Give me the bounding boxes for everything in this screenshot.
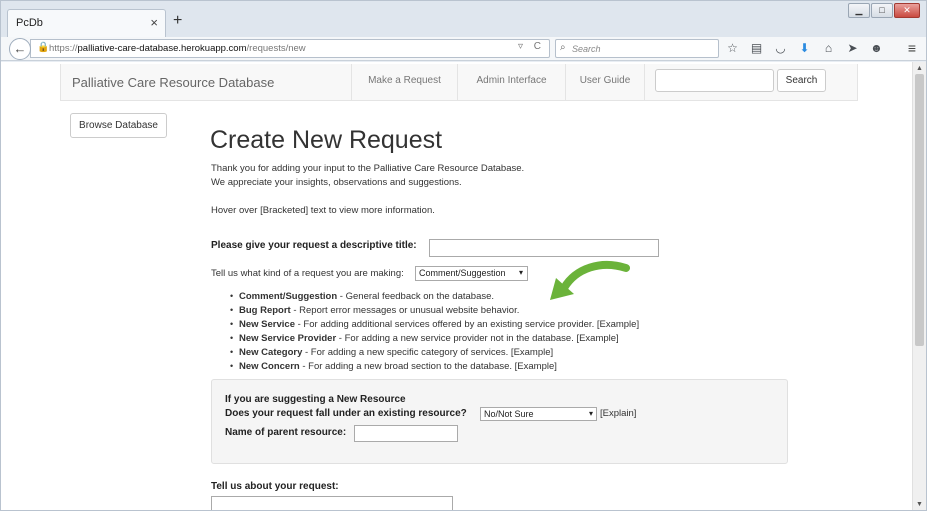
download-icon[interactable]: ⬇: [797, 40, 812, 56]
scroll-down-icon[interactable]: ▼: [916, 501, 923, 508]
site-search-input[interactable]: [655, 69, 774, 92]
hover-hint: Hover over [Bracketed] text to view more…: [211, 205, 435, 216]
maximize-button[interactable]: □: [871, 3, 893, 18]
search-icon: ⌕: [560, 42, 566, 53]
toolbar-icons: ☆ ▤ ◡ ⬇ ⌂ ➤ ☻: [725, 40, 884, 56]
about-request-textarea[interactable]: [211, 496, 453, 510]
site-search-button[interactable]: Search: [777, 69, 826, 92]
pocket-icon[interactable]: ◡: [773, 40, 788, 56]
request-kind-select[interactable]: Comment/Suggestion ▾: [415, 266, 528, 281]
nav-user-guide[interactable]: User Guide: [565, 64, 645, 100]
page-title: Create New Request: [210, 126, 443, 154]
chat-icon[interactable]: ☻: [869, 40, 884, 56]
minimize-button[interactable]: ▁: [848, 3, 870, 18]
url-bar[interactable]: 🔒 https://palliative-care-database.herok…: [30, 39, 550, 58]
list-item: • New Category - For adding a new specifi…: [230, 347, 554, 358]
list-item: • Bug Report - Report error messages or u…: [230, 305, 520, 316]
browse-database-button[interactable]: Browse Database: [70, 113, 167, 138]
window-controls: ▁ □ ✕: [848, 3, 920, 18]
page-viewport: Palliative Care Resource Database Make a…: [1, 62, 912, 510]
intro-line-1: Thank you for adding your input to the P…: [211, 163, 525, 174]
reading-list-icon[interactable]: ▤: [749, 40, 764, 56]
hamburger-menu-icon[interactable]: ≡: [908, 40, 916, 56]
star-icon[interactable]: ☆: [725, 40, 740, 56]
intro-line-2: We appreciate your insights, observation…: [211, 177, 462, 188]
site-navbar: Palliative Care Resource Database Make a…: [60, 64, 858, 101]
back-button[interactable]: ←: [9, 38, 31, 60]
kind-label: Tell us what kind of a request you are m…: [211, 268, 404, 279]
existing-resource-value: No/Not Sure: [484, 409, 534, 419]
green-arrow-icon: [550, 260, 630, 300]
nav-admin-interface[interactable]: Admin Interface: [457, 64, 565, 100]
browser-toolbar: 🔒 https://palliative-care-database.herok…: [1, 37, 926, 61]
browser-window: PcDb × + ▁ □ ✕ 🔒 https://palliative-care…: [0, 0, 927, 511]
chevron-down-icon: ▾: [588, 409, 593, 418]
close-tab-icon[interactable]: ×: [150, 15, 158, 30]
title-label: Please give your request a descriptive t…: [211, 240, 417, 251]
chevron-down-icon: ▾: [518, 268, 523, 277]
parent-resource-label: Name of parent resource:: [225, 427, 347, 438]
tab-strip: PcDb × + ▁ □ ✕: [1, 1, 926, 37]
existing-resource-select[interactable]: No/Not Sure ▾: [480, 407, 597, 421]
reload-icon[interactable]: ▿ C: [518, 41, 545, 52]
lock-icon: 🔒: [37, 42, 50, 53]
request-title-input[interactable]: [429, 239, 659, 257]
new-tab-button[interactable]: +: [173, 13, 182, 29]
nav-make-request[interactable]: Make a Request: [351, 64, 457, 100]
scroll-up-icon[interactable]: ▲: [916, 65, 923, 72]
search-placeholder: Search: [572, 44, 601, 54]
about-request-label: Tell us about your request:: [211, 481, 339, 492]
list-item: • New Service Provider - For adding a new…: [230, 333, 619, 344]
list-item: • New Concern - For adding a new broad se…: [230, 361, 557, 372]
url-scheme: https://: [49, 43, 78, 54]
site-brand[interactable]: Palliative Care Resource Database: [72, 75, 274, 90]
existing-resource-label: Does your request fall under an existing…: [225, 408, 467, 419]
send-icon[interactable]: ➤: [845, 40, 860, 56]
close-window-button[interactable]: ✕: [894, 3, 920, 18]
explain-link[interactable]: [Explain]: [600, 408, 636, 419]
vertical-scrollbar[interactable]: ▲ ▼: [912, 62, 926, 510]
parent-resource-input[interactable]: [354, 425, 458, 442]
new-resource-panel: If you are suggesting a New Resource Doe…: [211, 379, 788, 464]
panel-heading: If you are suggesting a New Resource: [225, 394, 406, 405]
tab-title: PcDb: [16, 17, 43, 29]
home-icon[interactable]: ⌂: [821, 40, 836, 56]
url-host: palliative-care-database.herokuapp.com: [77, 43, 247, 54]
list-item: • New Service - For adding additional ser…: [230, 319, 640, 330]
request-kind-value: Comment/Suggestion: [419, 268, 506, 278]
url-text: https://palliative-care-database.herokua…: [49, 43, 306, 54]
tab-pcdb[interactable]: PcDb ×: [7, 9, 166, 37]
url-path: /requests/new: [246, 43, 306, 54]
scrollbar-thumb[interactable]: [915, 74, 924, 346]
browser-search-input[interactable]: ⌕ Search: [555, 39, 719, 58]
